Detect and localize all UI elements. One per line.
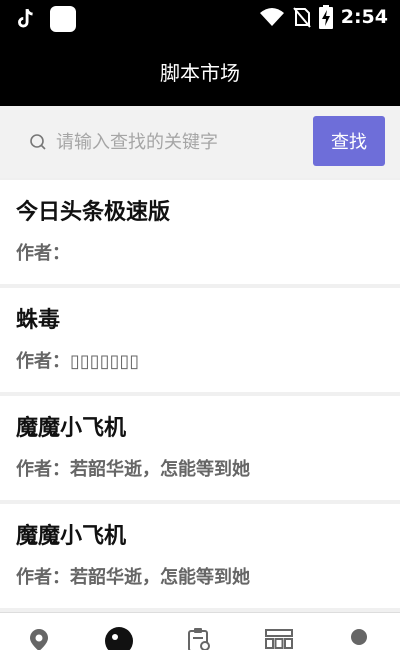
search-area: 查找 [0,106,400,178]
item-title: 今日头条极速版 [16,200,171,225]
list-item[interactable]: 今日头条极速版 作者： [0,180,400,284]
profile-icon[interactable] [344,627,374,650]
item-title: 魔魔小飞机 [16,524,127,549]
no-sim-icon [292,7,311,28]
author-name: 若韶华逝，怎能等到她 [70,459,250,480]
location-icon[interactable] [24,627,54,650]
status-left [16,6,76,32]
search-button[interactable]: 查找 [313,116,385,166]
item-author: 作者： [16,240,384,268]
status-bar: 2:54 [0,0,400,36]
market-icon[interactable] [104,627,134,650]
item-author: 作者：▯▯▯▯▯▯▯ [16,348,384,376]
tiktok-icon [18,8,33,28]
author-label: 作者： [16,459,70,480]
status-time: 2:54 [340,6,388,28]
list-item[interactable]: 蛛毒 作者：▯▯▯▯▯▯▯ [0,288,400,392]
item-title: 魔魔小飞机 [16,416,127,441]
author-name: ▯▯▯▯▯▯▯ [70,351,140,372]
list-item[interactable]: 魔魔小飞机 作者：若韶华逝，怎能等到她 [0,504,400,608]
item-author: 作者：若韶华逝，怎能等到她 [16,456,384,484]
page-title: 脚本市场 [160,60,240,85]
item-title: 蛛毒 [16,308,61,333]
script-list: 今日头条极速版 作者： 蛛毒 作者：▯▯▯▯▯▯▯ 魔魔小飞机 作者：若韶华逝，… [0,180,400,612]
item-author: 作者：若韶华逝，怎能等到她 [16,564,384,592]
status-right: 2:54 [259,5,388,29]
search-icon [30,134,46,150]
search-input[interactable] [56,124,301,160]
list-item[interactable]: 魔魔小飞机 作者：若韶华逝，怎能等到她 [0,396,400,500]
battery-charging-icon [318,5,333,29]
author-name: 若韶华逝，怎能等到她 [70,567,250,588]
wifi-icon [259,8,284,26]
bottom-nav [0,612,400,650]
author-label: 作者： [16,351,70,372]
author-label: 作者： [16,243,70,264]
app-header: 脚本市场 [0,36,400,106]
app-square-icon [50,6,76,32]
clipboard-icon[interactable] [184,627,214,650]
author-label: 作者： [16,567,70,588]
grid-icon[interactable] [264,627,294,650]
